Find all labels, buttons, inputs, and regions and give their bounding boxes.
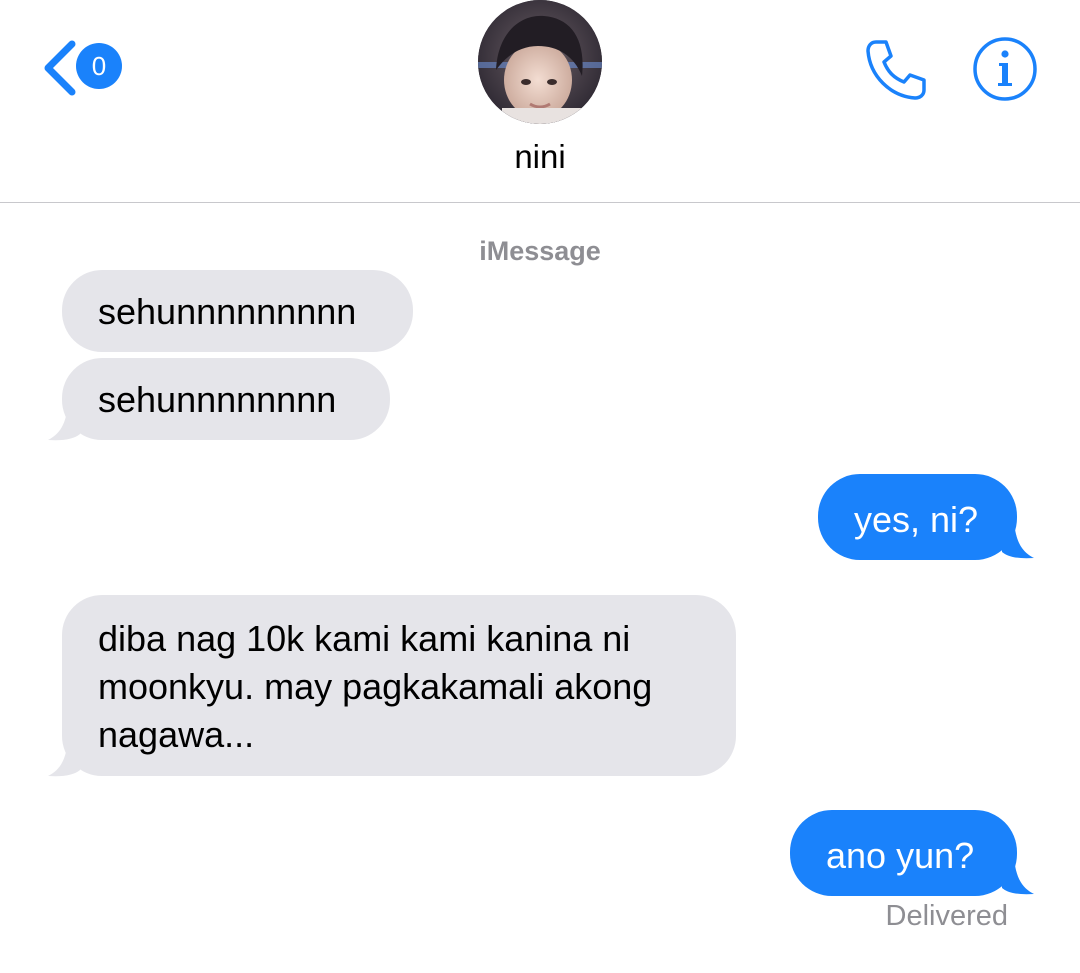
bubble-tail — [48, 740, 80, 777]
service-label: iMessage — [479, 236, 601, 266]
outgoing-message-bubble[interactable]: ano yun? — [790, 810, 1017, 896]
avatar-photo — [478, 0, 602, 124]
bubble-tail — [1002, 858, 1034, 895]
unread-count-badge: 0 — [76, 43, 122, 89]
message-text: diba nag 10k kami kami kanina ni moonkyu… — [98, 618, 653, 755]
conversation-header: 0 nini — [0, 0, 1080, 203]
message-text: sehunnnnnnnn — [98, 379, 337, 420]
contact-name[interactable]: nini — [0, 138, 1080, 176]
message-text: sehunnnnnnnnn — [98, 291, 357, 332]
back-button[interactable]: 0 — [36, 34, 132, 98]
info-icon — [973, 37, 1037, 101]
message-text: ano yun? — [826, 835, 975, 876]
incoming-message-bubble[interactable]: sehunnnnnnnn — [62, 358, 390, 440]
incoming-message-bubble[interactable]: sehunnnnnnnnn — [62, 270, 413, 352]
outgoing-message-bubble[interactable]: yes, ni? — [818, 474, 1017, 560]
message-text: yes, ni? — [854, 499, 979, 540]
chevron-left-icon — [44, 40, 76, 96]
bubble-tail — [48, 404, 80, 441]
phone-icon — [866, 40, 926, 100]
incoming-message-bubble[interactable]: diba nag 10k kami kami kanina ni moonkyu… — [62, 595, 736, 776]
delivery-status: Delivered — [885, 900, 1009, 932]
details-button[interactable] — [972, 36, 1038, 102]
bubble-tail — [1002, 522, 1034, 559]
call-button[interactable] — [862, 36, 930, 104]
contact-avatar[interactable] — [478, 0, 602, 124]
